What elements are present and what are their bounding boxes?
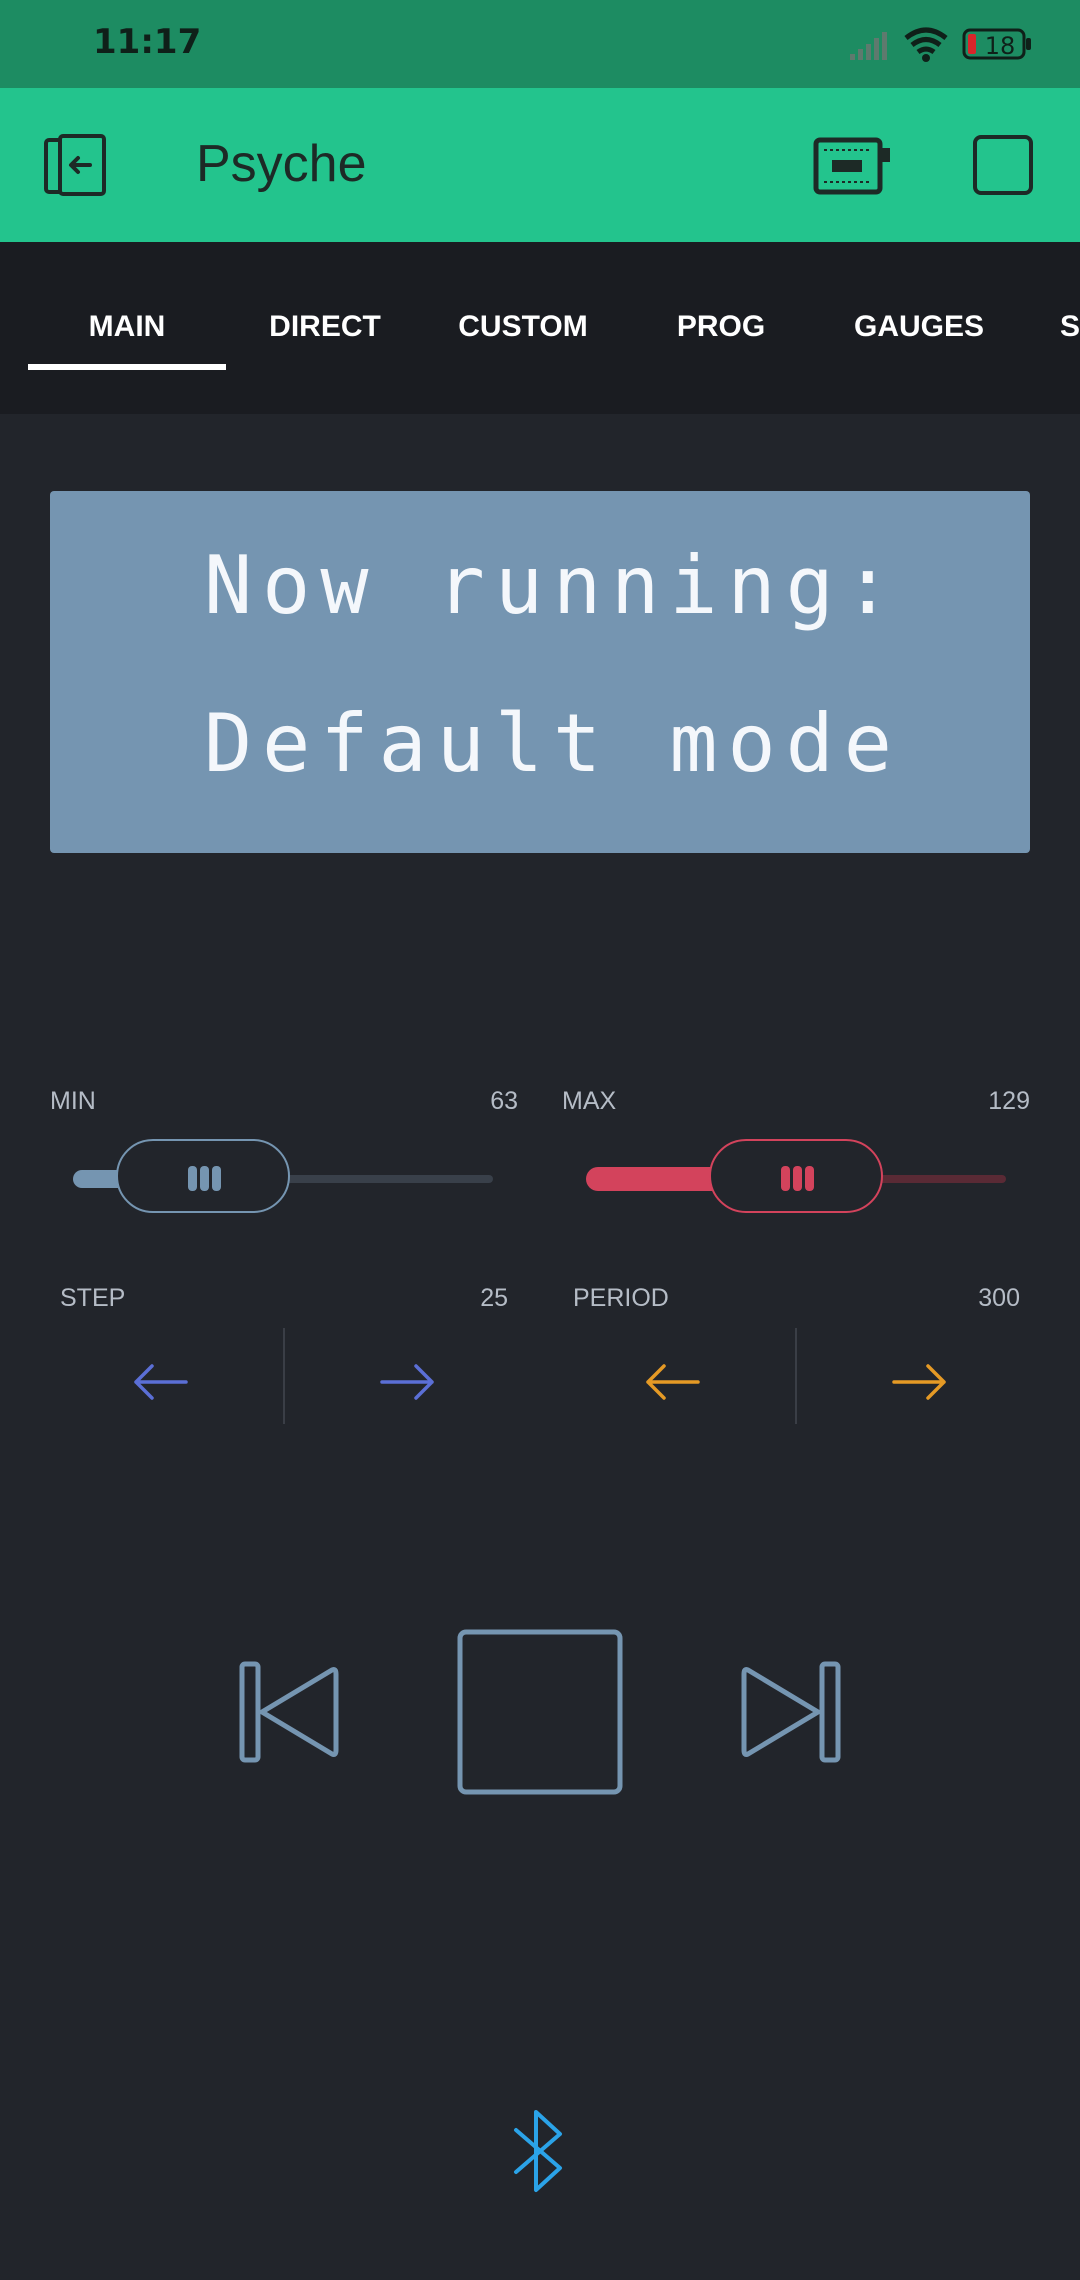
max-slider-value: 129 — [988, 1087, 1030, 1115]
skip-next-icon[interactable] — [740, 1658, 844, 1766]
period-value: 300 — [978, 1284, 1020, 1312]
step-value: 25 — [480, 1284, 508, 1312]
hardware-board-icon[interactable] — [812, 136, 892, 196]
signal-icon — [850, 32, 887, 60]
period-label: PERIOD — [573, 1284, 669, 1312]
active-tab-indicator — [28, 364, 226, 370]
step-divider — [283, 1328, 285, 1424]
lcd-display: Now running: Default mode — [50, 491, 1030, 853]
tab-main[interactable]: MAIN — [28, 310, 226, 344]
min-slider-handle[interactable] — [116, 1139, 290, 1213]
app-bar: Psyche — [0, 88, 1080, 242]
tab-bar: MAIN DIRECT CUSTOM PROG GAUGES SE — [0, 242, 1080, 414]
lcd-line-1: Now running: — [204, 539, 902, 632]
grip-line — [188, 1166, 197, 1191]
period-increase-arrow-icon[interactable] — [890, 1360, 950, 1404]
bluetooth-icon[interactable] — [508, 2106, 572, 2196]
tab-gauges[interactable]: GAUGES — [820, 310, 1018, 344]
grip-line — [793, 1166, 802, 1191]
step-label: STEP — [60, 1284, 126, 1312]
wifi-icon — [904, 27, 948, 62]
tab-prog[interactable]: PROG — [622, 310, 820, 344]
tab-custom[interactable]: CUSTOM — [424, 310, 622, 344]
grip-line — [805, 1166, 814, 1191]
period-decrease-arrow-icon[interactable] — [642, 1360, 702, 1404]
exit-door-icon[interactable] — [42, 134, 112, 198]
lcd-line-2: Default mode — [204, 697, 902, 790]
step-increase-arrow-icon[interactable] — [378, 1360, 438, 1404]
min-slider-value: 63 — [490, 1087, 518, 1115]
max-slider-label: MAX — [562, 1087, 617, 1115]
battery-level: 18 — [984, 32, 1016, 60]
grip-line — [212, 1166, 221, 1191]
app-title: Psyche — [196, 135, 367, 193]
grip-line — [781, 1166, 790, 1191]
period-divider — [795, 1328, 797, 1424]
skip-previous-icon[interactable] — [236, 1658, 340, 1766]
status-time: 11:17 — [93, 22, 202, 62]
tab-se[interactable]: SE — [1018, 310, 1080, 344]
stop-icon[interactable] — [456, 1628, 624, 1796]
tab-direct[interactable]: DIRECT — [226, 310, 424, 344]
min-slider-label: MIN — [50, 1087, 96, 1115]
grip-line — [200, 1166, 209, 1191]
max-slider-handle[interactable] — [709, 1139, 883, 1213]
step-decrease-arrow-icon[interactable] — [130, 1360, 190, 1404]
status-bar: 11:17 18 — [0, 0, 1080, 88]
stop-app-icon[interactable] — [972, 134, 1034, 196]
